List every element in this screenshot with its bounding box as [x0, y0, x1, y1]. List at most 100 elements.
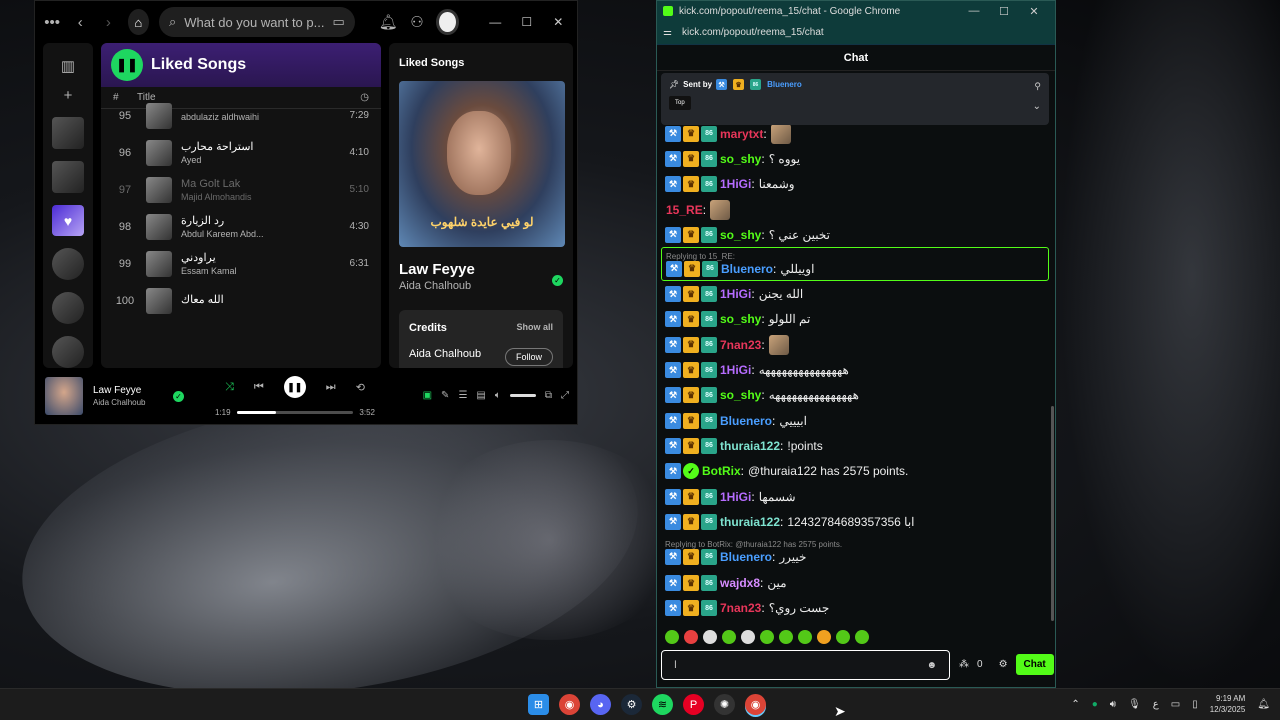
chat-username[interactable]: BotRix: [702, 464, 741, 478]
notification-icon[interactable]: 🔔︎: [1257, 699, 1270, 710]
chat-username[interactable]: 1HiGi: [720, 490, 751, 504]
emote-button[interactable]: [836, 630, 850, 644]
liked-songs-item[interactable]: ♥: [52, 204, 84, 237]
emote-button[interactable]: [665, 630, 679, 644]
chat-username[interactable]: so_shy: [720, 228, 761, 242]
unpin-icon[interactable]: ⚲: [1034, 81, 1041, 92]
chat-message[interactable]: ⚒ ✓ BotRix: @thuraia122 has 2575 points.: [661, 459, 1049, 484]
chat-message[interactable]: ⚒ ♛ 86 wajdx8: مين: [661, 570, 1049, 595]
shuffle-icon[interactable]: ⤨: [225, 381, 234, 394]
emote-button[interactable]: [855, 630, 869, 644]
track-artist[interactable]: Ayed: [181, 155, 339, 165]
track-row[interactable]: 99 يراودني Essam Kamal 6:31: [101, 245, 381, 282]
openai-icon[interactable]: ✺: [714, 694, 735, 715]
pause-button[interactable]: ❚❚: [111, 49, 143, 81]
bell-icon[interactable]: 🔔︎: [379, 13, 398, 31]
minimize-icon[interactable]: —: [959, 5, 989, 17]
close-icon[interactable]: ✕: [1019, 5, 1049, 18]
follow-button[interactable]: Follow: [504, 348, 553, 366]
chat-username[interactable]: marytxt: [720, 127, 763, 141]
chat-username[interactable]: Bluenero: [720, 414, 772, 428]
maximize-icon[interactable]: ☐: [989, 5, 1019, 18]
library-item[interactable]: [52, 160, 84, 193]
emote-button[interactable]: [741, 630, 755, 644]
spotify-icon[interactable]: ≋: [652, 694, 673, 715]
miniplayer-icon[interactable]: ⧉: [545, 390, 552, 401]
now-playing-art[interactable]: [45, 377, 83, 415]
chrome-icon[interactable]: ◉: [559, 694, 580, 715]
chat-username[interactable]: wajdx8: [720, 576, 760, 590]
address-bar[interactable]: ⚌ kick.com/popout/reema_15/chat: [657, 21, 1055, 45]
track-artist[interactable]: Majid Almohandis: [181, 192, 339, 202]
now-playing-view-icon[interactable]: ▣: [423, 390, 432, 401]
chat-username[interactable]: 1HiGi: [720, 177, 751, 191]
lyrics-icon[interactable]: ✎: [441, 390, 449, 401]
track-row[interactable]: 100 الله معاك: [101, 282, 381, 319]
song-title[interactable]: Law Feyye: [399, 261, 563, 278]
send-chat-button[interactable]: Chat: [1015, 654, 1054, 675]
chat-username[interactable]: Bluenero: [720, 550, 772, 564]
chat-username[interactable]: thuraia122: [720, 515, 780, 529]
chat-username[interactable]: so_shy: [720, 152, 761, 166]
chat-username[interactable]: so_shy: [720, 312, 761, 326]
chat-message[interactable]: ⚒ ♛ 86 so_shy: هههههههههههههههه: [661, 383, 1049, 408]
track-row[interactable]: 96 استراحة محارب Ayed 4:10: [101, 134, 381, 171]
reply-context[interactable]: Replying to 15_RE:: [666, 252, 735, 261]
gear-icon[interactable]: ⚙: [999, 659, 1008, 670]
emote-button[interactable]: [779, 630, 793, 644]
steam-icon[interactable]: ⚙: [621, 694, 642, 715]
chat-message[interactable]: ⚒ ♛ 86 so_shy: تم اللولو: [661, 307, 1049, 332]
discord-icon[interactable]: ◕: [590, 694, 611, 715]
chevron-down-icon[interactable]: ⌄: [1033, 101, 1041, 112]
chat-message[interactable]: Replying to 15_RE: ⚒ ♛ 86 Bluenero: اوييللي: [661, 247, 1049, 282]
credit-name[interactable]: Aida Chalhoub: [409, 348, 481, 366]
pinned-message[interactable]: 📌︎ Sent by ⚒ ♛ 86 Bluenero Top ⚲ ⌄: [661, 73, 1049, 125]
close-icon[interactable]: ✕: [548, 15, 569, 29]
saved-check-icon[interactable]: ✓: [552, 275, 563, 286]
chat-input[interactable]: ا ☻: [661, 650, 950, 680]
speaker-icon[interactable]: 🔊︎: [1110, 699, 1116, 710]
chat-username[interactable]: Bluenero: [721, 262, 773, 276]
fullscreen-icon[interactable]: ⤢: [561, 390, 569, 401]
pause-button[interactable]: ❚❚: [283, 376, 306, 398]
chat-message[interactable]: ⚒ ♛ 86 1HiGi: الله يجنن: [661, 281, 1049, 306]
forward-icon[interactable]: ›: [99, 14, 117, 31]
more-icon[interactable]: •••: [43, 14, 61, 31]
site-info-icon[interactable]: ⚌: [663, 27, 672, 38]
reply-context[interactable]: Replying to BotRix: @thuraia122 has 2575…: [665, 540, 842, 549]
chevron-up-icon[interactable]: ⌃: [1071, 699, 1079, 710]
volume-slider[interactable]: [509, 394, 536, 397]
track-artist[interactable]: abdulaziz aldhwaihi: [181, 112, 339, 122]
chat-username[interactable]: 1HiGi: [720, 287, 751, 301]
library-item[interactable]: [52, 292, 84, 325]
devices-icon[interactable]: ▤: [476, 390, 485, 401]
input-language[interactable]: ع: [1153, 699, 1159, 710]
chrome-active-icon[interactable]: ◉: [745, 694, 766, 715]
emote-button[interactable]: [760, 630, 774, 644]
home-button[interactable]: ⌂: [127, 9, 149, 35]
chat-message[interactable]: ⚒ ♛ 86 7nan23:: [661, 332, 1049, 357]
chat-username[interactable]: 7nan23: [720, 601, 761, 615]
search-input[interactable]: ⌕ What do you want to p... ▭: [159, 7, 355, 37]
chat-scrollbar[interactable]: [1051, 406, 1054, 621]
chat-message[interactable]: ⚒ ♛ 86 7nan23: جست روي؟: [661, 596, 1049, 621]
track-name[interactable]: رد الزيارة: [181, 214, 339, 227]
library-icon[interactable]: ▥: [61, 57, 75, 75]
chat-message[interactable]: ⚒ ♛ 86 1HiGi: هههههههههههههههه: [661, 357, 1049, 382]
avatar[interactable]: [436, 9, 459, 35]
track-row[interactable]: 98 رد الزيارة Abdul Kareem Abd... 4:30: [101, 208, 381, 245]
chat-message[interactable]: ⚒ ♛ 86 thuraia122:12432784689357356 ابا: [661, 509, 1049, 534]
chat-username[interactable]: 7nan23: [720, 338, 761, 352]
battery-icon[interactable]: ▯: [1192, 699, 1198, 710]
mic-icon[interactable]: 🎙︎: [1128, 699, 1141, 710]
start-icon[interactable]: ⊞: [528, 694, 549, 715]
player-title[interactable]: Law Feyye: [93, 385, 165, 396]
pinned-username[interactable]: Bluenero: [767, 80, 802, 89]
chat-username[interactable]: so_shy: [720, 388, 761, 402]
clock[interactable]: 9:19 AM 12/3/2025: [1210, 693, 1246, 715]
library-item[interactable]: [52, 248, 84, 281]
chat-message[interactable]: ⚒ ♛ 86 so_shy: تخبين عني ؟: [661, 222, 1049, 247]
progress-bar[interactable]: [236, 411, 354, 414]
emoji-icon[interactable]: ☻: [926, 660, 937, 671]
chat-message[interactable]: ⚒ ♛ 86 so_shy: يووه ؟: [661, 146, 1049, 171]
